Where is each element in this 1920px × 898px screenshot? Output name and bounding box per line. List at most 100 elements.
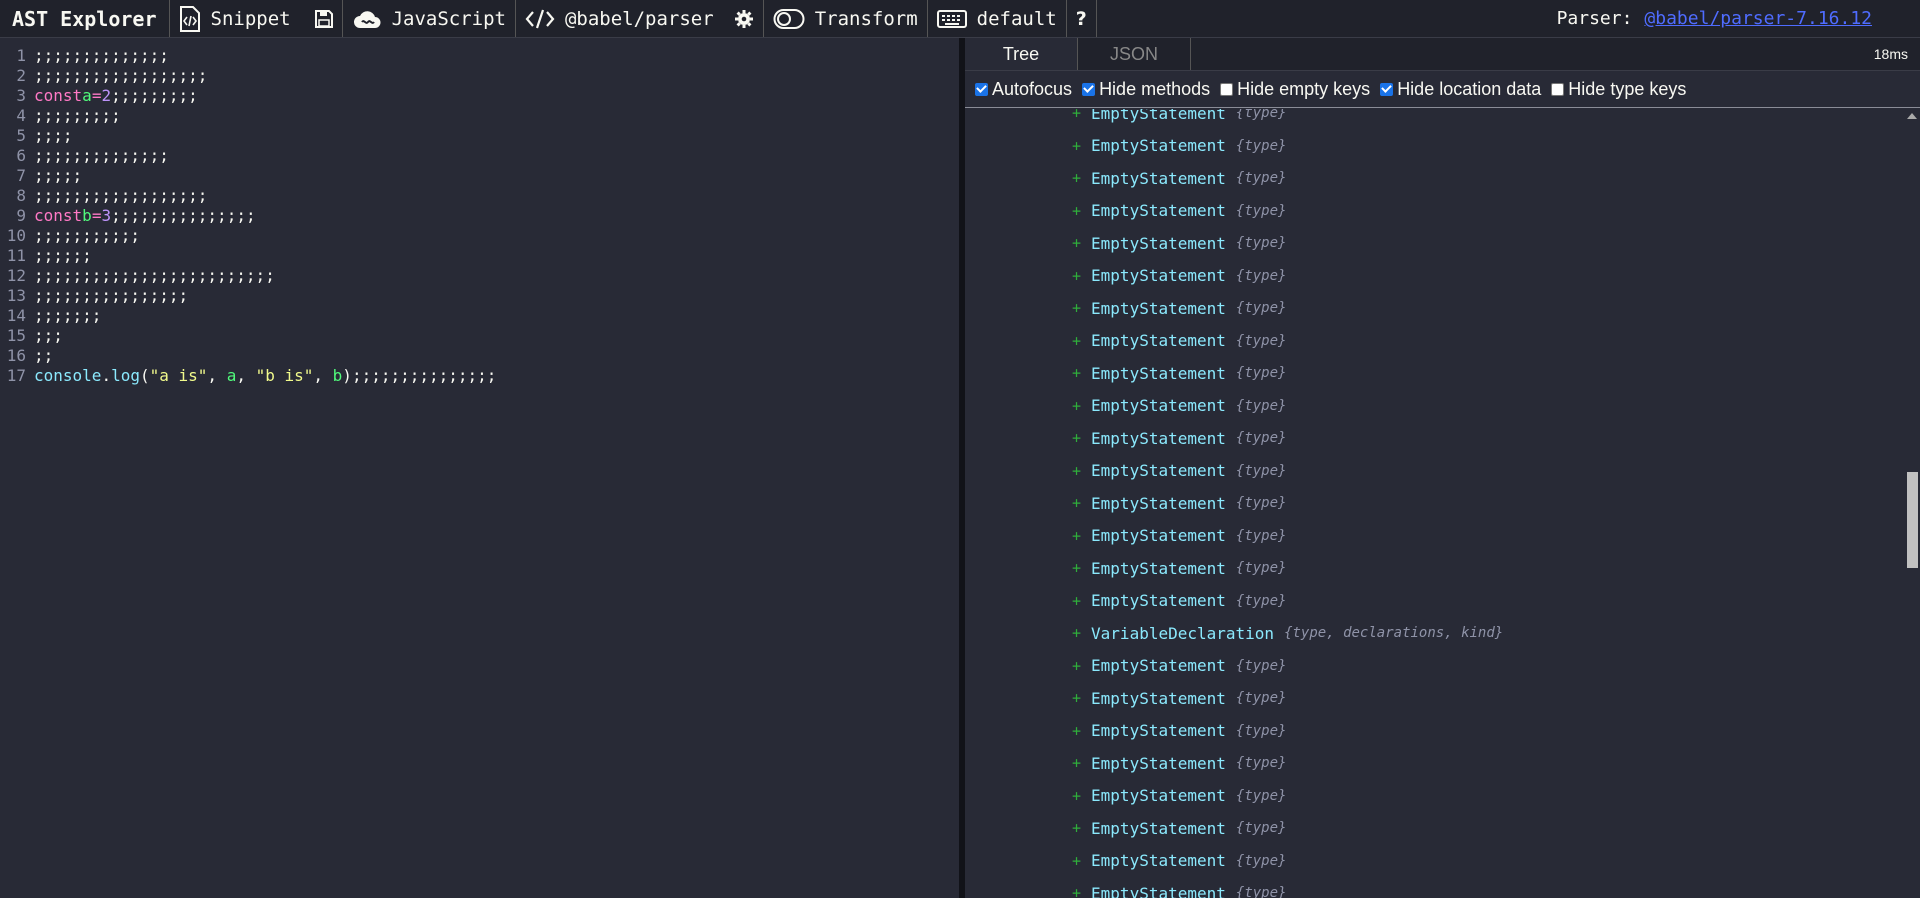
ast-node[interactable]: + EmptyStatement {type}	[965, 877, 1905, 898]
ast-node[interactable]: + EmptyStatement {type}	[965, 109, 1905, 130]
scroll-up-arrow-icon[interactable]	[1907, 113, 1917, 119]
ast-node-type[interactable]: EmptyStatement	[1091, 721, 1226, 740]
expand-plus-icon[interactable]: +	[1072, 137, 1081, 155]
ast-node[interactable]: + VariableDeclaration {type, declarations,…	[965, 617, 1905, 650]
expand-plus-icon[interactable]: +	[1072, 559, 1081, 577]
ast-node-type[interactable]: EmptyStatement	[1091, 136, 1226, 155]
ast-node-type[interactable]: EmptyStatement	[1091, 559, 1226, 578]
tab-json[interactable]: JSON	[1078, 38, 1191, 70]
hide-location-data-checkbox[interactable]	[1380, 82, 1394, 96]
expand-plus-icon[interactable]: +	[1072, 689, 1081, 707]
ast-node[interactable]: + EmptyStatement {type}	[965, 487, 1905, 520]
expand-plus-icon[interactable]: +	[1072, 109, 1081, 122]
option-autofocus[interactable]: Autofocus	[975, 79, 1072, 100]
ast-node-type[interactable]: EmptyStatement	[1091, 429, 1226, 448]
ast-node[interactable]: + EmptyStatement {type}	[965, 585, 1905, 618]
ast-node[interactable]: + EmptyStatement {type}	[965, 455, 1905, 488]
ast-node-type[interactable]: EmptyStatement	[1091, 526, 1226, 545]
ast-node-type[interactable]: EmptyStatement	[1091, 656, 1226, 675]
ast-node-type[interactable]: EmptyStatement	[1091, 364, 1226, 383]
ast-node-type[interactable]: EmptyStatement	[1091, 461, 1226, 480]
ast-node[interactable]: + EmptyStatement {type}	[965, 422, 1905, 455]
language-menu[interactable]: JavaScript	[343, 0, 516, 37]
ast-node-type[interactable]: EmptyStatement	[1091, 201, 1226, 220]
expand-plus-icon[interactable]: +	[1072, 397, 1081, 415]
scrollbar-thumb[interactable]	[1907, 472, 1918, 568]
ast-node-type[interactable]: EmptyStatement	[1091, 299, 1226, 318]
ast-node[interactable]: + EmptyStatement {type}	[965, 292, 1905, 325]
ast-node-type[interactable]: EmptyStatement	[1091, 266, 1226, 285]
expand-plus-icon[interactable]: +	[1072, 592, 1081, 610]
ast-node-type[interactable]: VariableDeclaration	[1091, 624, 1274, 643]
ast-node[interactable]: + EmptyStatement {type}	[965, 260, 1905, 293]
expand-plus-icon[interactable]: +	[1072, 364, 1081, 382]
parser-version-link[interactable]: @babel/parser-7.16.12	[1644, 8, 1872, 29]
ast-node[interactable]: + EmptyStatement {type}	[965, 195, 1905, 228]
expand-plus-icon[interactable]: +	[1072, 527, 1081, 545]
ast-node[interactable]: + EmptyStatement {type}	[965, 715, 1905, 748]
expand-plus-icon[interactable]: +	[1072, 787, 1081, 805]
ast-node-type[interactable]: EmptyStatement	[1091, 851, 1226, 870]
hide-methods-checkbox[interactable]	[1082, 82, 1096, 96]
hide-type-keys-checkbox[interactable]	[1551, 82, 1565, 96]
option-hide-methods[interactable]: Hide methods	[1082, 79, 1210, 100]
expand-plus-icon[interactable]: +	[1072, 624, 1081, 642]
gear-icon[interactable]	[734, 9, 754, 29]
expand-plus-icon[interactable]: +	[1072, 202, 1081, 220]
ast-node[interactable]: + EmptyStatement {type}	[965, 552, 1905, 585]
expand-plus-icon[interactable]: +	[1072, 234, 1081, 252]
expand-plus-icon[interactable]: +	[1072, 819, 1081, 837]
expand-plus-icon[interactable]: +	[1072, 722, 1081, 740]
tab-tree[interactable]: Tree	[965, 38, 1078, 70]
expand-plus-icon[interactable]: +	[1072, 754, 1081, 772]
ast-node[interactable]: + EmptyStatement {type}	[965, 812, 1905, 845]
ast-node[interactable]: + EmptyStatement {type}	[965, 162, 1905, 195]
ast-node-type[interactable]: EmptyStatement	[1091, 169, 1226, 188]
expand-plus-icon[interactable]: +	[1072, 852, 1081, 870]
ast-node-type[interactable]: EmptyStatement	[1091, 109, 1226, 123]
expand-plus-icon[interactable]: +	[1072, 429, 1081, 447]
option-hide-location-data[interactable]: Hide location data	[1380, 79, 1541, 100]
ast-node-type[interactable]: EmptyStatement	[1091, 884, 1226, 898]
expand-plus-icon[interactable]: +	[1072, 332, 1081, 350]
expand-plus-icon[interactable]: +	[1072, 267, 1081, 285]
expand-plus-icon[interactable]: +	[1072, 299, 1081, 317]
expand-plus-icon[interactable]: +	[1072, 169, 1081, 187]
expand-plus-icon[interactable]: +	[1072, 657, 1081, 675]
ast-node[interactable]: + EmptyStatement {type}	[965, 357, 1905, 390]
keyword-token: const	[34, 206, 83, 225]
ast-node[interactable]: + EmptyStatement {type}	[965, 650, 1905, 683]
option-hide-type-keys[interactable]: Hide type keys	[1551, 79, 1686, 100]
ast-node[interactable]: + EmptyStatement {type}	[965, 780, 1905, 813]
transform-toggle[interactable]: Transform	[764, 0, 928, 37]
ast-node[interactable]: + EmptyStatement {type}	[965, 520, 1905, 553]
ast-node[interactable]: + EmptyStatement {type}	[965, 227, 1905, 260]
ast-node[interactable]: + EmptyStatement {type}	[965, 747, 1905, 780]
ast-node-type[interactable]: EmptyStatement	[1091, 494, 1226, 513]
ast-node[interactable]: + EmptyStatement {type}	[965, 325, 1905, 358]
ast-node[interactable]: + EmptyStatement {type}	[965, 390, 1905, 423]
help-button[interactable]: ?	[1067, 0, 1097, 37]
ast-node-type[interactable]: EmptyStatement	[1091, 786, 1226, 805]
option-hide-empty-keys[interactable]: Hide empty keys	[1220, 79, 1370, 100]
autofocus-checkbox[interactable]	[975, 82, 988, 96]
ast-node-type[interactable]: EmptyStatement	[1091, 396, 1226, 415]
snippet-menu[interactable]: Snippet	[170, 0, 343, 37]
code-editor[interactable]: 1;;;;;;;;;;;;;; 2;;;;;;;;;;;;;;;;;; 3 con…	[0, 38, 959, 898]
ast-node-type[interactable]: EmptyStatement	[1091, 754, 1226, 773]
ast-node-type[interactable]: EmptyStatement	[1091, 331, 1226, 350]
ast-node-type[interactable]: EmptyStatement	[1091, 819, 1226, 838]
ast-node[interactable]: + EmptyStatement {type}	[965, 845, 1905, 878]
save-icon[interactable]	[314, 9, 333, 28]
ast-node-type[interactable]: EmptyStatement	[1091, 591, 1226, 610]
expand-plus-icon[interactable]: +	[1072, 462, 1081, 480]
ast-node-type[interactable]: EmptyStatement	[1091, 234, 1226, 253]
keymap-menu[interactable]: default	[928, 0, 1067, 37]
expand-plus-icon[interactable]: +	[1072, 884, 1081, 898]
expand-plus-icon[interactable]: +	[1072, 494, 1081, 512]
ast-node[interactable]: + EmptyStatement {type}	[965, 130, 1905, 163]
hide-empty-keys-checkbox[interactable]	[1220, 82, 1234, 96]
parser-menu[interactable]: @babel/parser	[516, 0, 764, 37]
ast-node-type[interactable]: EmptyStatement	[1091, 689, 1226, 708]
ast-node[interactable]: + EmptyStatement {type}	[965, 682, 1905, 715]
